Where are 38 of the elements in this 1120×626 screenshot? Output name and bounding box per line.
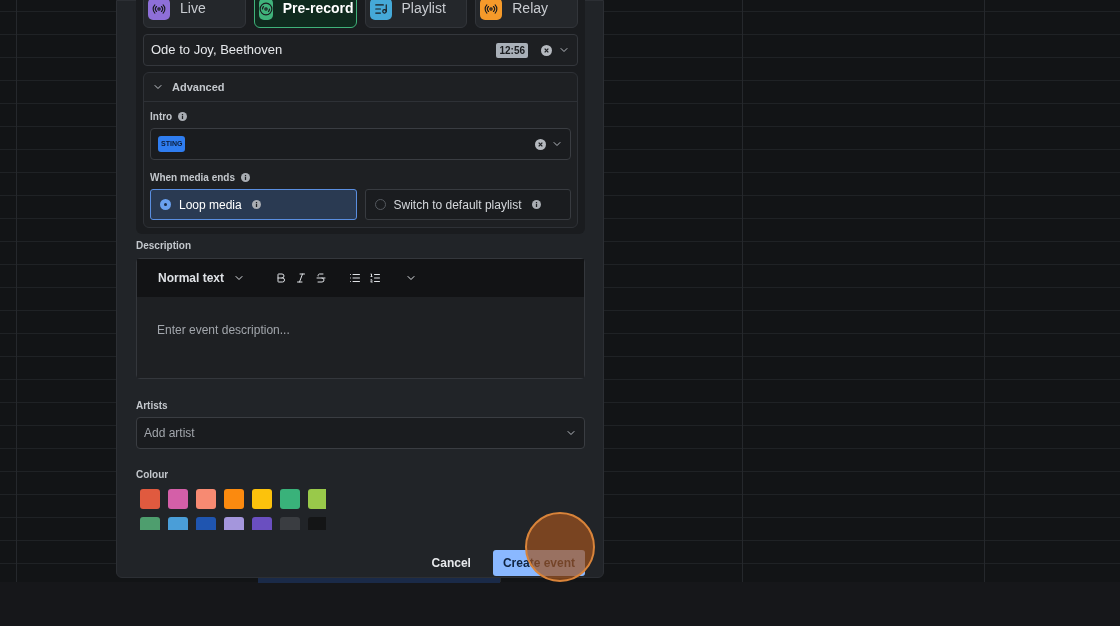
numbered-list-icon[interactable]	[369, 272, 382, 284]
radio-option[interactable]: Loop media	[150, 189, 357, 220]
info-icon	[251, 200, 261, 209]
description-label: Description	[136, 239, 192, 253]
colour-swatch[interactable]	[168, 489, 188, 509]
clear-icon[interactable]	[535, 138, 546, 150]
colour-label: Colour	[136, 468, 170, 482]
media-select[interactable]: Ode to Joy, Beethoven 12:56	[143, 34, 578, 66]
description-input[interactable]: Enter event description...	[137, 297, 584, 378]
bold-icon[interactable]	[275, 272, 288, 284]
clear-icon[interactable]	[541, 44, 552, 56]
info-icon	[241, 173, 250, 182]
duration-badge: 12:56	[496, 42, 528, 58]
source-tab[interactable]: Live	[143, 0, 246, 28]
radio-icon	[160, 199, 171, 210]
italic-icon[interactable]	[295, 272, 308, 284]
media-end-label: When media ends	[150, 171, 235, 185]
advanced-toggle[interactable]: Advanced	[144, 73, 577, 102]
colour-swatch[interactable]	[140, 489, 160, 509]
artist-select[interactable]: Add artist	[136, 417, 585, 449]
cancel-button[interactable]: Cancel	[425, 550, 477, 576]
colour-swatch[interactable]	[196, 489, 216, 509]
bullet-list-icon[interactable]	[349, 272, 362, 284]
colour-swatch[interactable]	[224, 489, 244, 509]
media-value: Ode to Joy, Beethoven	[151, 41, 284, 60]
info-icon	[531, 200, 541, 209]
artists-label: Artists	[136, 399, 169, 413]
colour-swatch[interactable]	[252, 489, 272, 509]
source-tab[interactable]: Relay	[475, 0, 578, 28]
radio-option[interactable]: Switch to default playlist	[364, 189, 571, 220]
colour-swatch[interactable]	[308, 489, 326, 509]
colour-swatch[interactable]	[280, 489, 300, 509]
source-tab[interactable]: Pre-record	[253, 0, 357, 28]
strikethrough-icon[interactable]	[315, 272, 328, 284]
source-tab[interactable]: Playlist	[364, 0, 468, 28]
text-style-dropdown[interactable]: Normal text	[158, 269, 246, 287]
intro-label: Intro	[150, 110, 173, 124]
info-icon	[178, 112, 188, 121]
